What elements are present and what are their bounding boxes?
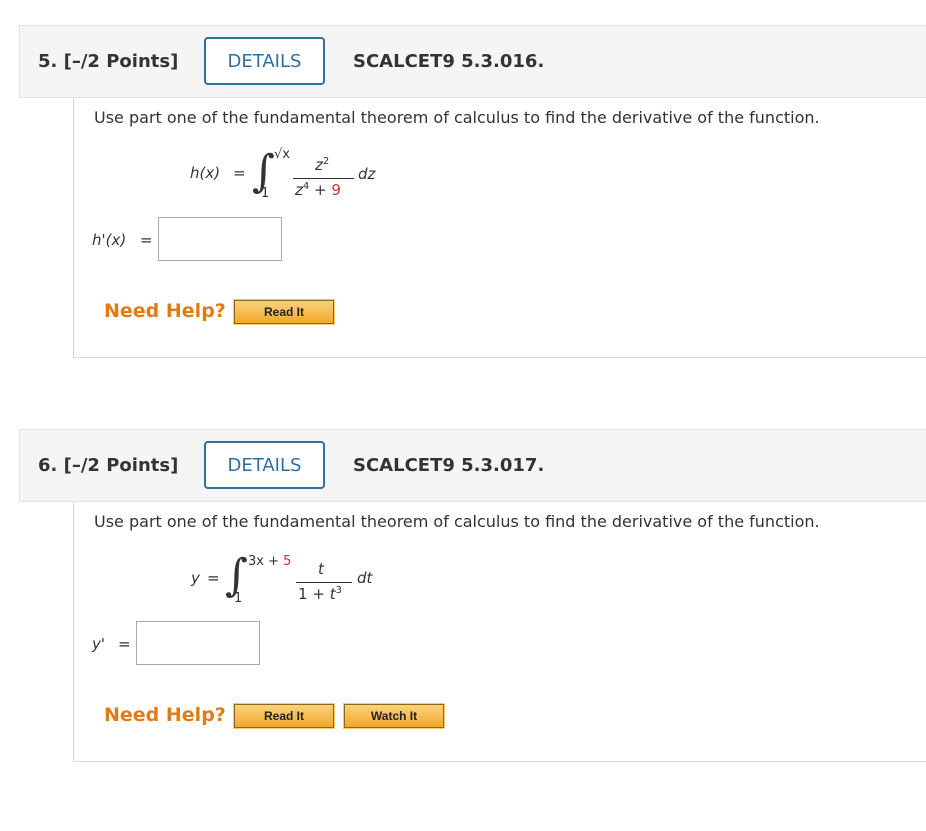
answer-input-q6[interactable]	[136, 621, 260, 665]
differential: dz	[358, 165, 376, 183]
question-5-prompt: Use part one of the fundamental theorem …	[94, 108, 820, 127]
answer-input-q5[interactable]	[158, 217, 282, 261]
denominator: z4 + 9	[295, 181, 341, 199]
question-6-number: 6. [–/2 Points]	[38, 455, 179, 476]
details-button-q6[interactable]: DETAILS	[204, 441, 325, 489]
question-5-number: 5. [–/2 Points]	[38, 51, 179, 72]
upper-limit: 3x + 5	[248, 554, 292, 569]
details-button-q5[interactable]: DETAILS	[204, 37, 325, 85]
need-help-label: Need Help?	[104, 704, 226, 726]
question-5-header: 5. [–/2 Points] DETAILS SCALCET9 5.3.016…	[19, 25, 926, 98]
numerator: z2	[315, 156, 330, 174]
question-6-header: 6. [–/2 Points] DETAILS SCALCET9 5.3.017…	[19, 429, 926, 502]
need-help-label: Need Help?	[104, 300, 226, 322]
answer-equals: =	[118, 635, 131, 653]
question-6-body: Use part one of the fundamental theorem …	[73, 502, 926, 762]
question-5-body: Use part one of the fundamental theorem …	[73, 98, 926, 358]
question-5-code: SCALCET9 5.3.016.	[353, 51, 545, 72]
equals-sign: =	[207, 569, 220, 587]
watch-it-button-q6[interactable]: Watch It	[343, 703, 445, 729]
read-it-button-q5[interactable]: Read It	[233, 299, 335, 325]
differential: dt	[357, 569, 373, 587]
question-6-code: SCALCET9 5.3.017.	[353, 455, 545, 476]
lower-limit: 1	[261, 186, 270, 201]
function-name: y	[191, 569, 200, 587]
equals-sign: =	[233, 164, 246, 182]
denominator: 1 + t3	[298, 585, 342, 603]
numerator: t	[318, 560, 324, 578]
lower-limit: 1	[234, 591, 243, 606]
answer-equals: =	[140, 231, 153, 249]
answer-label: y'	[92, 635, 106, 653]
answer-label: h'(x)	[92, 231, 127, 249]
question-6-prompt: Use part one of the fundamental theorem …	[94, 512, 820, 531]
fraction-bar	[293, 178, 354, 179]
upper-limit: √x	[274, 147, 290, 162]
read-it-button-q6[interactable]: Read It	[233, 703, 335, 729]
fraction-bar	[296, 582, 352, 583]
function-name: h(x)	[190, 164, 221, 182]
